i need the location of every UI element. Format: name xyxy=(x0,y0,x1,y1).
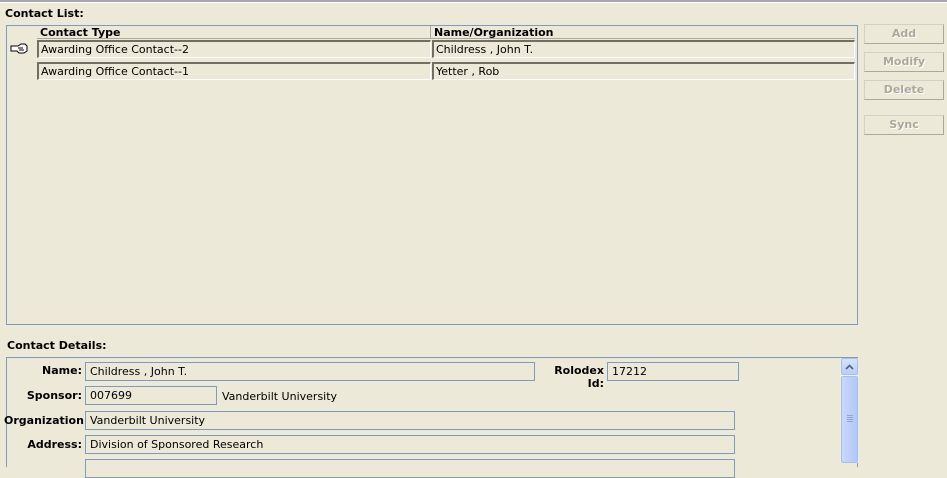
organization-label: Organization: xyxy=(4,414,89,427)
contact-list-title: Contact List: xyxy=(5,7,84,20)
table-row-2-name[interactable]: Yetter , Rob xyxy=(432,62,855,80)
row-pointer-icon xyxy=(9,42,33,60)
name-field[interactable]: Childress , John T. xyxy=(85,362,535,381)
top-divider xyxy=(0,0,947,3)
sync-button[interactable]: Sync xyxy=(864,115,944,135)
add-button[interactable]: Add xyxy=(864,24,944,44)
rolodex-id-label: Rolodex Id: xyxy=(554,364,604,390)
organization-field[interactable]: Vanderbilt University xyxy=(85,411,735,430)
column-header-contact-type[interactable]: Contact Type xyxy=(37,26,431,39)
sponsor-code-field[interactable]: 007699 xyxy=(85,386,217,405)
modify-button[interactable]: Modify xyxy=(864,52,944,72)
table-row-2-contact-type[interactable]: Awarding Office Contact--1 xyxy=(37,62,431,80)
sponsor-label: Sponsor: xyxy=(26,389,82,402)
rolodex-id-field[interactable]: 17212 xyxy=(607,362,739,381)
address-line-2-field[interactable] xyxy=(85,459,735,478)
scroll-up-arrow-icon[interactable] xyxy=(841,358,858,375)
address-field[interactable]: Division of Sponsored Research xyxy=(85,435,735,454)
contact-list-table: Contact Type Name/Organization Awarding … xyxy=(6,25,858,325)
table-row-1-name[interactable]: Childress , John T. xyxy=(432,40,855,58)
name-label: Name: xyxy=(42,364,82,377)
column-header-name-organization[interactable]: Name/Organization xyxy=(431,26,855,39)
scroll-thumb[interactable] xyxy=(841,376,858,463)
details-scrollbar[interactable] xyxy=(840,358,858,463)
contact-details-title: Contact Details: xyxy=(7,339,107,352)
table-row-1-contact-type[interactable]: Awarding Office Contact--2 xyxy=(37,40,431,58)
delete-button[interactable]: Delete xyxy=(864,80,944,100)
address-label: Address: xyxy=(27,438,82,451)
sponsor-name-text: Vanderbilt University xyxy=(222,390,338,403)
